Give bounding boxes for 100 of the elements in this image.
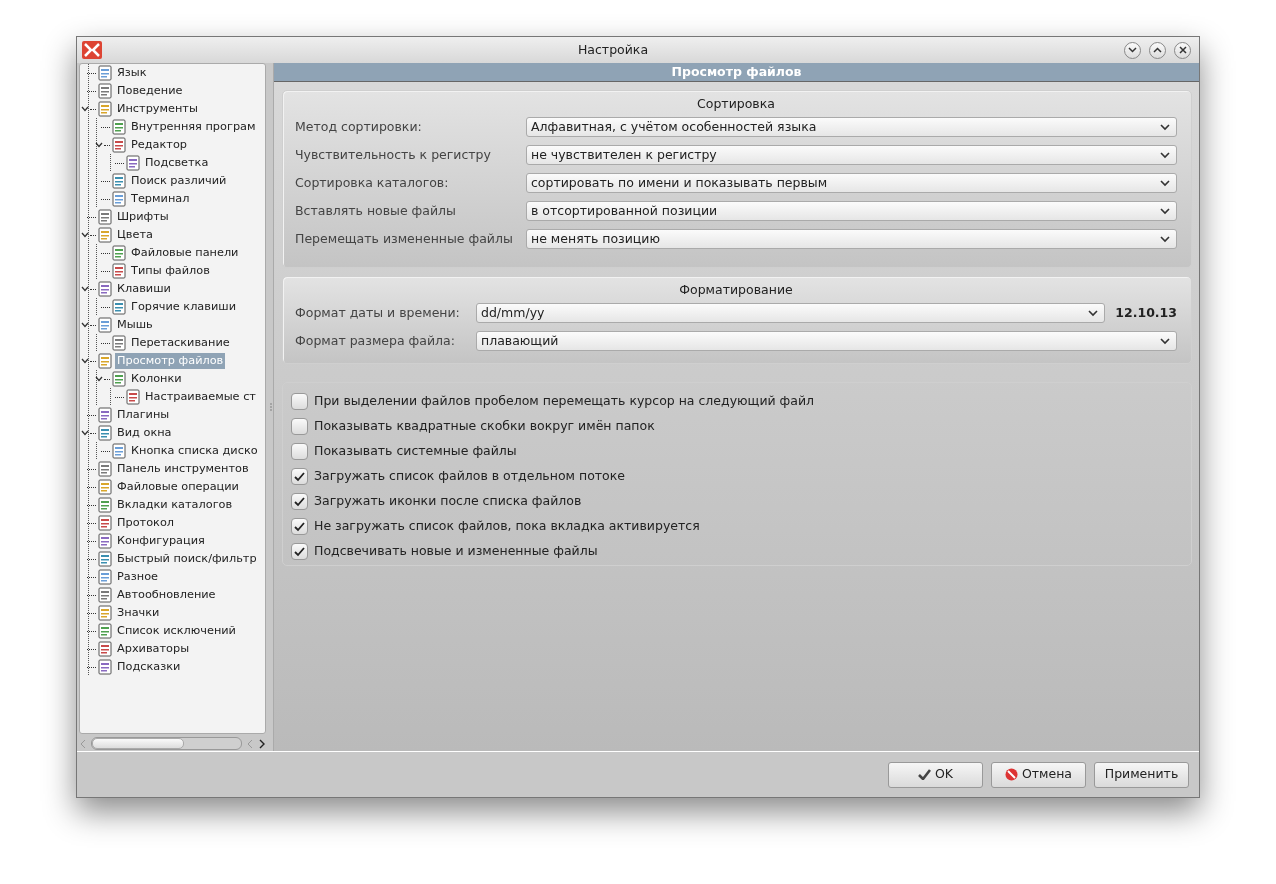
dropdown[interactable]: в отсортированной позиции bbox=[526, 201, 1177, 221]
page-icon bbox=[97, 227, 113, 243]
tree-item[interactable]: Конфигурация bbox=[115, 533, 207, 549]
field-label: Формат даты и времени: bbox=[295, 303, 461, 322]
tree-item[interactable]: Вид окна bbox=[115, 425, 174, 441]
dropdown[interactable]: не чувствителен к регистру bbox=[526, 145, 1177, 165]
field-label: Метод сортировки: bbox=[295, 117, 423, 136]
checkbox[interactable] bbox=[291, 393, 308, 410]
field-label: Сортировка каталогов: bbox=[295, 173, 450, 192]
tree-item[interactable]: Поведение bbox=[115, 83, 185, 99]
chevron-down-icon bbox=[1160, 123, 1170, 131]
page-icon bbox=[97, 317, 113, 333]
checkbox[interactable] bbox=[291, 468, 308, 485]
scroll-right-icon[interactable] bbox=[258, 738, 266, 749]
checkbox-label[interactable]: Подсвечивать новые и измененные файлы bbox=[314, 542, 598, 561]
page-icon bbox=[111, 335, 127, 351]
tree-item[interactable]: Язык bbox=[115, 65, 149, 81]
page-icon bbox=[97, 551, 113, 567]
dropdown[interactable]: не менять позицию bbox=[526, 229, 1177, 249]
minimize-button[interactable] bbox=[1124, 41, 1141, 59]
tree-item[interactable]: Цвета bbox=[115, 227, 155, 243]
page-icon bbox=[111, 191, 127, 207]
apply-button[interactable]: Применить bbox=[1094, 761, 1189, 788]
tree-item[interactable]: Колонки bbox=[129, 371, 184, 387]
page-icon bbox=[97, 407, 113, 423]
tree-item[interactable]: Клавиши bbox=[115, 281, 173, 297]
tree-item[interactable]: Редактор bbox=[129, 137, 189, 153]
checkbox[interactable] bbox=[291, 418, 308, 435]
close-button[interactable] bbox=[1174, 41, 1191, 59]
tree-item[interactable]: Файловые операции bbox=[115, 479, 241, 495]
page-icon bbox=[97, 83, 113, 99]
window-title: Настройка bbox=[577, 41, 649, 57]
page-icon bbox=[125, 389, 141, 405]
tree-item[interactable]: Поиск различий bbox=[129, 173, 229, 189]
dropdown[interactable]: Алфавитная, с учётом особенностей языка bbox=[526, 117, 1177, 137]
field-label: Формат размера файла: bbox=[295, 331, 456, 350]
page-icon bbox=[111, 173, 127, 189]
checkbox[interactable] bbox=[291, 518, 308, 535]
tree-item[interactable]: Типы файлов bbox=[129, 263, 212, 279]
checkbox[interactable] bbox=[291, 493, 308, 510]
tree-item[interactable]: Файловые панели bbox=[129, 245, 241, 261]
checkbox-label[interactable]: Показывать квадратные скобки вокруг имён папок bbox=[314, 417, 655, 436]
tree-item[interactable]: Панель инструментов bbox=[115, 461, 251, 477]
no-entry-icon bbox=[1004, 768, 1018, 781]
tree-item[interactable]: Перетаскивание bbox=[129, 335, 232, 351]
page-header: Просмотр файлов bbox=[274, 63, 1199, 82]
cancel-button[interactable]: Отмена bbox=[991, 761, 1086, 788]
tree-item[interactable]: Плагины bbox=[115, 407, 172, 423]
horizontal-scrollbar[interactable] bbox=[79, 736, 266, 751]
date-preview: 12.10.13 bbox=[1115, 303, 1177, 322]
field-label: Чувствительность к регистру bbox=[295, 145, 492, 164]
checkbox-label[interactable]: Показывать системные файлы bbox=[314, 442, 517, 461]
page-icon bbox=[125, 155, 141, 171]
tree-item[interactable]: Вкладки каталогов bbox=[115, 497, 235, 513]
chevron-up-icon bbox=[1153, 47, 1162, 53]
page-icon bbox=[97, 209, 113, 225]
checkbox-label[interactable]: При выделении файлов пробелом перемещать курсор на следующий файл bbox=[314, 392, 815, 411]
chevron-down-icon bbox=[1160, 151, 1170, 159]
dropdown[interactable]: сортировать по имени и показывать первым bbox=[526, 173, 1177, 193]
maximize-button[interactable] bbox=[1149, 41, 1166, 59]
dropdown[interactable]: плавающий bbox=[476, 331, 1177, 351]
tree-item[interactable]: Шрифты bbox=[115, 209, 171, 225]
tree-item[interactable]: Настраиваемые ст bbox=[143, 389, 258, 405]
ok-button[interactable]: OK bbox=[888, 761, 983, 788]
checkbox[interactable] bbox=[291, 443, 308, 460]
chevron-down-icon bbox=[1160, 235, 1170, 243]
field-label: Перемещать измененные файлы bbox=[295, 229, 514, 248]
tree-item[interactable]: Кнопка списка диско bbox=[129, 443, 260, 459]
tree-item[interactable]: Протокол bbox=[115, 515, 177, 531]
tree-item[interactable]: Архиваторы bbox=[115, 641, 192, 657]
chevron-down-icon bbox=[1088, 309, 1099, 317]
tree-item[interactable]: Список исключений bbox=[115, 623, 238, 639]
tree-item[interactable]: Горячие клавиши bbox=[129, 299, 238, 315]
close-icon bbox=[1178, 46, 1187, 54]
checkbox[interactable] bbox=[291, 543, 308, 560]
field-label: Вставлять новые файлы bbox=[295, 201, 457, 220]
chevron-down-icon bbox=[1160, 337, 1170, 345]
tree-item[interactable]: Внутренняя програм bbox=[129, 119, 258, 135]
app-logo-icon bbox=[82, 41, 102, 59]
page-icon bbox=[97, 497, 113, 513]
checkbox-label[interactable]: Не загружать список файлов, пока вкладка активируется bbox=[314, 517, 700, 536]
tree-item[interactable]: Быстрый поиск/фильтр bbox=[115, 551, 259, 567]
dropdown[interactable]: dd/mm/yy bbox=[476, 303, 1106, 323]
tree-item[interactable]: Автообновление bbox=[115, 587, 218, 603]
page-icon bbox=[97, 353, 113, 369]
page-icon bbox=[97, 641, 113, 657]
tree-item[interactable]: Мышь bbox=[115, 317, 155, 333]
chevron-down-icon bbox=[1160, 207, 1170, 215]
tree-item[interactable]: Подсказки bbox=[115, 659, 183, 675]
tree-item[interactable]: Подсветка bbox=[143, 155, 211, 171]
tree-item[interactable]: Разное bbox=[115, 569, 160, 585]
checkbox-label[interactable]: Загружать иконки после списка файлов bbox=[314, 492, 582, 511]
page-icon bbox=[97, 479, 113, 495]
group-title: Сортировка bbox=[697, 96, 775, 112]
checkmark-icon bbox=[917, 769, 931, 780]
tree-item[interactable]: Значки bbox=[115, 605, 162, 621]
tree-item[interactable]: Терминал bbox=[129, 191, 192, 207]
page-icon bbox=[97, 281, 113, 297]
tree-item[interactable]: Инструменты bbox=[115, 101, 200, 117]
checkbox-label[interactable]: Загружать список файлов в отдельном потоке bbox=[314, 467, 625, 486]
